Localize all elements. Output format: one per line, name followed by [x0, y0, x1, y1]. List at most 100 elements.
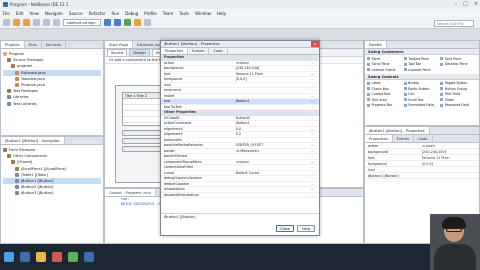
- property-value[interactable]: [234, 193, 307, 198]
- new-file-icon[interactable]: [3, 19, 10, 26]
- ellipsis-button[interactable]: ...: [306, 116, 319, 121]
- search-input[interactable]: Search (Ctrl+I): [434, 20, 474, 27]
- menu-item-tools[interactable]: Tools: [179, 11, 189, 16]
- ellipsis-button[interactable]: ...: [306, 154, 319, 159]
- menu-item-source[interactable]: Source: [69, 11, 83, 16]
- ellipsis-button[interactable]: ...: [306, 105, 319, 110]
- ellipsis-button[interactable]: ...: [306, 160, 319, 165]
- palette-item[interactable]: Internal Frame: [367, 67, 404, 73]
- tree-item[interactable]: Test Libraries: [3, 101, 101, 107]
- ellipsis-button[interactable]: ...: [306, 132, 319, 137]
- close-icon[interactable]: ×: [474, 1, 478, 7]
- config-select[interactable]: <default config>: [63, 19, 101, 26]
- form-button-2[interactable]: [122, 138, 162, 144]
- property-value[interactable]: [0,0,0]: [234, 77, 307, 82]
- ellipsis-button[interactable]: ...: [306, 61, 319, 66]
- minimize-icon[interactable]: –: [455, 1, 458, 7]
- ellipsis-button[interactable]: ...: [306, 99, 319, 104]
- ellipsis-button[interactable]: ...: [306, 193, 319, 198]
- editor-tab-start-page[interactable]: Start Page: [105, 41, 134, 48]
- property-value[interactable]: Tahoma 11 Plain: [234, 72, 307, 77]
- palette-item[interactable]: Layered Pane: [403, 67, 441, 73]
- ellipsis-button[interactable]: ...: [306, 121, 319, 126]
- property-value[interactable]: Default Cursor: [234, 171, 307, 176]
- app-icon[interactable]: [68, 252, 78, 262]
- property-value[interactable]: [234, 138, 307, 143]
- tab-files[interactable]: Files: [25, 41, 42, 48]
- property-value[interactable]: [240,240,240]: [234, 66, 307, 71]
- palette-item[interactable]: Formatted Field: [403, 103, 441, 109]
- menu-item-window[interactable]: Window: [195, 11, 211, 16]
- property-value[interactable]: [234, 154, 307, 159]
- palette-item[interactable]: Desktop Pane: [440, 62, 477, 68]
- palette-tab[interactable]: Palette: [365, 41, 387, 48]
- dialog-close-icon[interactable]: x: [311, 41, 319, 47]
- ellipsis-button[interactable]: ...: [306, 187, 319, 192]
- property-value[interactable]: [234, 176, 307, 181]
- property-value[interactable]: ButtonUI: [234, 116, 307, 121]
- tree-item[interactable]: jButton3 [JButton]: [3, 190, 101, 196]
- menu-item-team[interactable]: Team: [163, 11, 174, 16]
- ellipsis-button[interactable]: ...: [306, 176, 319, 181]
- ellipsis-button[interactable]: ...: [306, 94, 319, 99]
- property-value[interactable]: [234, 165, 307, 170]
- netbeans-taskbar-icon[interactable]: [84, 252, 94, 262]
- palette-item[interactable]: Progress Bar: [367, 103, 404, 109]
- ellipsis-button[interactable]: ...: [306, 77, 319, 82]
- property-value[interactable]: <UIResource>: [234, 149, 307, 154]
- menu-item-debug[interactable]: Debug: [125, 11, 138, 16]
- browser-icon[interactable]: [52, 252, 62, 262]
- property-row[interactable]: disabledSelectedIcon...: [161, 193, 319, 198]
- ellipsis-button[interactable]: ...: [306, 171, 319, 176]
- form-button-1[interactable]: [122, 130, 162, 136]
- property-value[interactable]: <none>: [234, 160, 307, 165]
- help-button[interactable]: Help: [297, 225, 315, 232]
- ellipsis-button[interactable]: ...: [306, 143, 319, 148]
- property-value[interactable]: [240,240,240]: [420, 149, 479, 154]
- properties-tab-code[interactable]: Code: [414, 135, 433, 142]
- clean-build-icon[interactable]: [114, 19, 121, 26]
- output-tab[interactable]: Output - Program (run): [105, 189, 157, 196]
- property-value[interactable]: 0.5: [234, 132, 307, 137]
- property-value[interactable]: [234, 83, 307, 88]
- menu-item-refactor[interactable]: Refactor: [89, 11, 106, 16]
- property-value[interactable]: jButton1: [234, 99, 307, 104]
- property-value[interactable]: CENTER_OFFSET: [234, 143, 307, 148]
- ellipsis-button[interactable]: ...: [306, 149, 319, 154]
- properties-tab-properties[interactable]: Properties: [365, 135, 393, 142]
- property-value[interactable]: [234, 105, 307, 110]
- tab-jbutton1-jbutton-navigator[interactable]: jButton1 [JButton] - Navigator: [1, 137, 65, 144]
- dialog-tab-events[interactable]: Events: [188, 48, 210, 54]
- tab-services[interactable]: Services: [42, 41, 67, 48]
- file-explorer-icon[interactable]: [36, 252, 46, 262]
- ellipsis-button[interactable]: ...: [306, 127, 319, 132]
- build-icon[interactable]: [104, 19, 111, 26]
- menu-item-run[interactable]: Run: [111, 11, 119, 16]
- dialog-tab-code[interactable]: Code: [209, 48, 228, 54]
- open-project-icon[interactable]: [23, 19, 30, 26]
- property-value[interactable]: [234, 94, 307, 99]
- maximize-icon[interactable]: □: [463, 1, 468, 7]
- ellipsis-button[interactable]: ...: [306, 88, 319, 93]
- property-value[interactable]: <none>: [234, 61, 307, 66]
- undo-icon[interactable]: [43, 19, 50, 26]
- menu-item-help[interactable]: Help: [217, 11, 226, 16]
- view-tab-source[interactable]: Source: [107, 48, 128, 57]
- menu-item-view[interactable]: View: [29, 11, 39, 16]
- property-value[interactable]: jButton1: [234, 121, 307, 126]
- palette-item[interactable]: Password Field: [440, 103, 477, 109]
- run-icon[interactable]: [124, 19, 131, 26]
- property-value[interactable]: Tahoma 11 Plain: [420, 155, 479, 160]
- save-all-icon[interactable]: [33, 19, 40, 26]
- dialog-tab-properties[interactable]: Properties: [161, 48, 189, 54]
- property-value[interactable]: [234, 182, 307, 187]
- ellipsis-button[interactable]: ...: [306, 66, 319, 71]
- properties-tab-events[interactable]: Events: [393, 135, 415, 142]
- property-value[interactable]: [0,0,0]: [420, 161, 479, 166]
- property-value[interactable]: [234, 187, 307, 192]
- menu-item-edit[interactable]: Edit: [16, 11, 24, 16]
- property-value[interactable]: <none>: [420, 143, 479, 148]
- property-value[interactable]: [420, 167, 479, 172]
- ellipsis-button[interactable]: ...: [306, 83, 319, 88]
- property-value[interactable]: [234, 88, 307, 93]
